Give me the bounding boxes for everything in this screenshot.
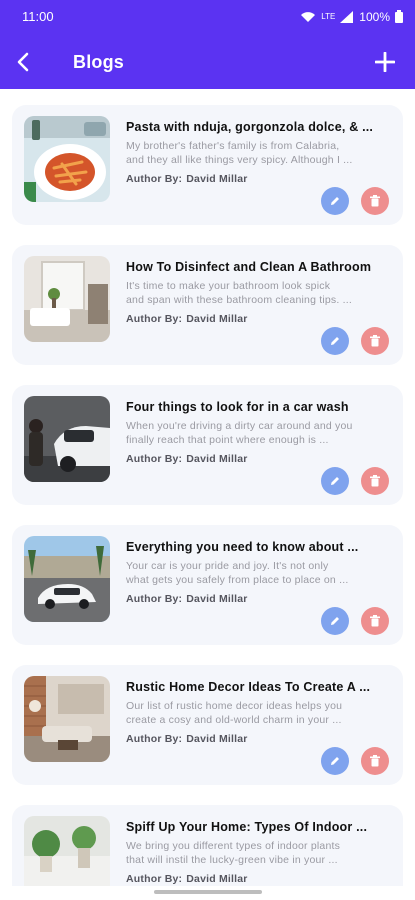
blog-author: Author By: David Millar [126, 593, 248, 605]
blog-card[interactable]: How To Disinfect and Clean A Bathroom It… [12, 245, 403, 365]
edit-button[interactable] [321, 607, 349, 635]
blog-author: Author By: David Millar [126, 873, 248, 885]
edit-button[interactable] [321, 187, 349, 215]
trash-icon [370, 475, 380, 487]
blog-description: When you're driving a dirty car around a… [126, 420, 353, 446]
status-bar: 11:00 LTE 100% [0, 0, 415, 33]
blog-author: Author By: David Millar [126, 173, 248, 185]
wifi-icon [301, 11, 316, 22]
blog-thumbnail [24, 256, 110, 342]
blog-title: Four things to look for in a car wash [126, 400, 349, 414]
blog-title: Rustic Home Decor Ideas To Create A ... [126, 680, 371, 694]
blog-card[interactable]: Rustic Home Decor Ideas To Create A ... … [12, 665, 403, 785]
blog-description: We bring you different types of indoor p… [126, 840, 341, 866]
home-indicator[interactable] [154, 890, 262, 894]
signal-icon [340, 10, 354, 23]
edit-button[interactable] [321, 467, 349, 495]
blog-card[interactable]: Four things to look for in a car wash Wh… [12, 385, 403, 505]
blog-author: Author By: David Millar [126, 313, 248, 325]
blog-thumbnail [24, 116, 110, 202]
blog-description: My brother's father's family is from Cal… [126, 140, 353, 166]
trash-icon [370, 755, 380, 767]
pencil-icon [331, 757, 339, 765]
blog-title: How To Disinfect and Clean A Bathroom [126, 260, 372, 274]
battery-icon [395, 10, 403, 23]
page-title: Blogs [73, 51, 125, 72]
blog-thumbnail [24, 396, 110, 482]
delete-button[interactable] [361, 607, 389, 635]
back-arrow-icon [17, 52, 29, 72]
blog-card[interactable]: Everything you need to know about ... Yo… [12, 525, 403, 645]
battery-percent: 100% [359, 9, 390, 24]
blog-thumbnail [24, 536, 110, 622]
blog-card[interactable]: Spiff Up Your Home: Types Of Indoor ... … [12, 805, 403, 886]
trash-icon [370, 615, 380, 627]
delete-button[interactable] [361, 187, 389, 215]
edit-button[interactable] [321, 747, 349, 775]
pencil-icon [331, 477, 339, 485]
add-blog-button[interactable] [363, 40, 407, 84]
toolbar: Blogs [0, 40, 415, 84]
plus-icon [375, 52, 395, 72]
blog-author: Author By: David Millar [126, 733, 248, 745]
delete-button[interactable] [361, 747, 389, 775]
delete-button[interactable] [361, 467, 389, 495]
trash-icon [370, 335, 380, 347]
edit-button[interactable] [321, 327, 349, 355]
app-bar: 11:00 LTE 100% Blogs [0, 0, 415, 89]
blog-title: Pasta with nduja, gorgonzola dolce, & ..… [126, 120, 374, 134]
blog-list[interactable]: Pasta with nduja, gorgonzola dolce, & ..… [0, 89, 415, 886]
pencil-icon [331, 197, 339, 205]
status-time: 11:00 [22, 9, 54, 24]
blog-card[interactable]: Pasta with nduja, gorgonzola dolce, & ..… [12, 105, 403, 225]
blog-author: Author By: David Millar [126, 453, 248, 465]
blog-thumbnail [24, 816, 110, 886]
blog-description: Your car is your pride and joy. It's not… [126, 560, 349, 586]
blog-title: Spiff Up Your Home: Types Of Indoor ... [126, 820, 368, 834]
network-label: LTE [321, 12, 336, 21]
pencil-icon [331, 617, 339, 625]
delete-button[interactable] [361, 327, 389, 355]
pencil-icon [331, 337, 339, 345]
blog-thumbnail [24, 676, 110, 762]
back-button[interactable] [0, 40, 46, 84]
blog-title: Everything you need to know about ... [126, 540, 359, 554]
trash-icon [370, 195, 380, 207]
blog-description: Our list of rustic home decor ideas help… [126, 700, 343, 726]
blog-description: It's time to make your bathroom look spi… [126, 280, 352, 306]
